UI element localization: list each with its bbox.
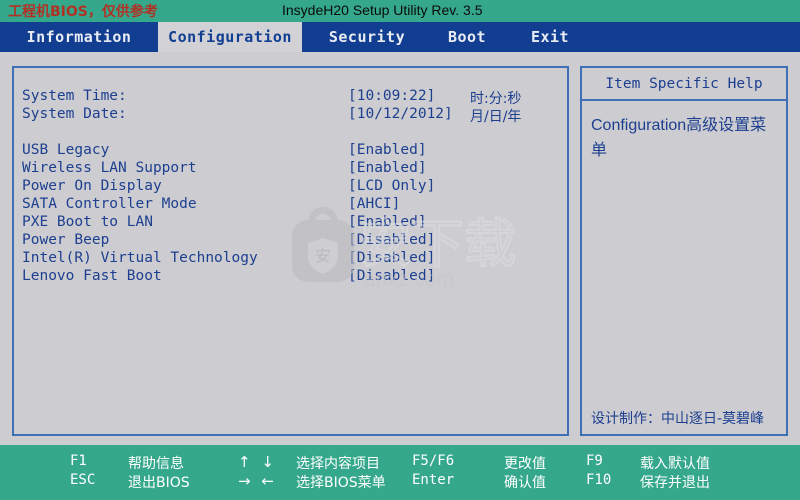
footer-key-description: 退出BIOS [128, 475, 190, 491]
setting-value[interactable]: [AHCI] [348, 196, 400, 212]
setting-label: System Time: [22, 88, 127, 104]
setting-value[interactable]: [10/12/2012] [348, 106, 453, 122]
tab-label: Security [328, 28, 406, 46]
footer-key: F5/F6 [412, 453, 455, 469]
engineering-sample-notice: 工程机BIOS，仅供参考 [8, 4, 158, 20]
footer-key-description: 载入默认值 [640, 456, 710, 472]
tab-label: Configuration [168, 28, 292, 46]
setting-value[interactable]: [Enabled] [348, 160, 427, 176]
setting-row[interactable]: USB Legacy [Enabled] [14, 142, 567, 160]
utility-title: InsydeH20 Setup Utility Rev. 3.5 [282, 2, 483, 18]
setting-row[interactable]: Wireless LAN Support [Enabled] [14, 160, 567, 178]
setting-row[interactable]: System Date: [10/12/2012] 月/日/年 [14, 106, 567, 125]
setting-label: Lenovo Fast Boot [22, 268, 162, 284]
bios-setup-screen: 工程机BIOS，仅供参考 InsydeH20 Setup Utility Rev… [0, 0, 800, 500]
setting-label: PXE Boot to LAN [22, 214, 153, 230]
help-panel-title: Item Specific Help [582, 68, 786, 101]
setting-format-hint: 时:分:秒 [470, 91, 522, 107]
footer-key: F10 [586, 472, 612, 488]
setting-row[interactable]: Intel(R) Virtual Technology [Disabled] [14, 250, 567, 268]
footer-key-description: 保存并退出 [640, 475, 710, 491]
menu-tab-bar: Information Configuration Security Boot Exit [0, 22, 800, 52]
footer-key: ESC [70, 472, 96, 488]
tab-configuration[interactable]: Configuration [158, 22, 302, 52]
setting-label: System Date: [22, 106, 127, 122]
setting-value[interactable]: [Disabled] [348, 232, 435, 248]
setting-label: SATA Controller Mode [22, 196, 197, 212]
setting-label: Power Beep [22, 232, 110, 248]
footer-key-description: 选择内容项目 [296, 456, 380, 472]
settings-panel: System Time: [10:09:22] 时:分:秒 System Date: [… [12, 66, 569, 436]
setting-label: Power On Display [22, 178, 162, 194]
setting-value[interactable]: [10:09:22] [348, 88, 435, 104]
item-specific-help-panel: Item Specific Help Configuration高级设置菜单 设… [580, 66, 788, 436]
setting-value[interactable]: [Enabled] [348, 142, 427, 158]
setting-format-hint: 月/日/年 [470, 109, 522, 125]
footer-key: → ← [238, 472, 277, 490]
setting-label: Intel(R) Virtual Technology [22, 250, 258, 266]
setting-row[interactable]: Lenovo Fast Boot [Disabled] [14, 268, 567, 286]
setting-value[interactable]: [Enabled] [348, 214, 427, 230]
tab-exit[interactable]: Exit [502, 22, 598, 52]
setting-value[interactable]: [LCD Only] [348, 178, 435, 194]
footer-key-description: 更改值 [504, 456, 546, 472]
setting-spacer [14, 124, 567, 142]
setting-row[interactable]: Power Beep [Disabled] [14, 232, 567, 250]
footer-key: F9 [586, 453, 603, 469]
setting-value[interactable]: [Disabled] [348, 268, 435, 284]
footer-key: F1 [70, 453, 87, 469]
setting-row[interactable]: Power On Display [LCD Only] [14, 178, 567, 196]
setting-label: Wireless LAN Support [22, 160, 197, 176]
tab-boot[interactable]: Boot [432, 22, 502, 52]
setting-row[interactable]: SATA Controller Mode [AHCI] [14, 196, 567, 214]
tab-information[interactable]: Information [0, 22, 158, 52]
setting-row[interactable]: System Time: [10:09:22] 时:分:秒 [14, 88, 567, 107]
footer-key-description: 确认值 [504, 475, 546, 491]
help-panel-text: Configuration高级设置菜单 [591, 117, 767, 159]
help-panel-credit: 设计制作：中山逐日-莫碧峰 [591, 411, 765, 427]
setting-value[interactable]: [Disabled] [348, 250, 435, 266]
tab-label: Boot [447, 28, 487, 46]
footer-key: Enter [412, 472, 455, 488]
setting-label: USB Legacy [22, 142, 110, 158]
footer-key-help: F1 帮助信息 ↑ ↓ 选择内容项目 F5/F6 更改值 F9 载入默认值 ESC 退出BIOS →… [0, 445, 800, 500]
footer-key-description: 帮助信息 [128, 456, 184, 472]
setting-row[interactable]: PXE Boot to LAN [Enabled] [14, 214, 567, 232]
footer-key: ↑ ↓ [238, 453, 277, 471]
title-bar: 工程机BIOS，仅供参考 InsydeH20 Setup Utility Rev… [0, 0, 800, 22]
tab-security[interactable]: Security [302, 22, 432, 52]
tab-label: Exit [530, 28, 570, 46]
tab-label: Information [26, 28, 132, 46]
footer-key-description: 选择BIOS菜单 [296, 475, 386, 491]
